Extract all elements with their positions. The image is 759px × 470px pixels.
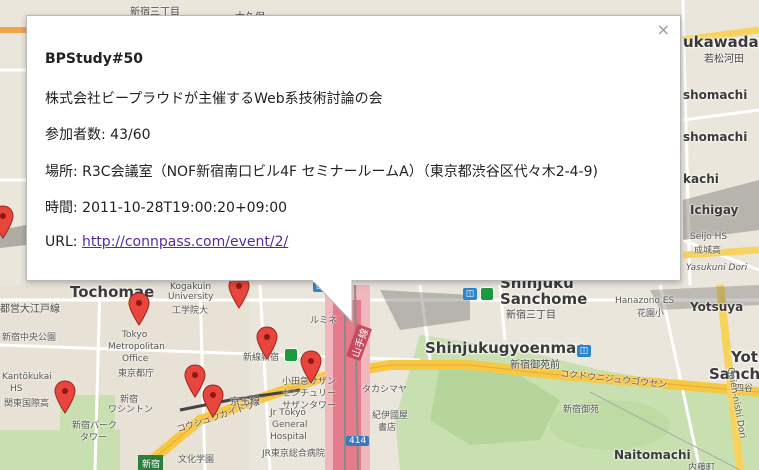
- map-label: Naitomachi: [614, 448, 691, 462]
- map-label: Ichigay: [690, 203, 739, 217]
- map-label: ukawada: [683, 33, 759, 51]
- info-window: × BPStudy#50 株式会社ビープラウドが主催するWeb系技術討論の会 参…: [26, 15, 681, 281]
- close-button[interactable]: ×: [657, 22, 670, 38]
- map-label: Kogakuin: [170, 282, 212, 292]
- map-label: 書店: [378, 423, 397, 433]
- map-label: Metropolitan: [108, 342, 165, 352]
- event-title: BPStudy#50: [45, 51, 144, 67]
- event-marker-pin[interactable]: [300, 350, 322, 384]
- map-label: 新宿中央公園: [2, 333, 57, 343]
- event-location: 場所: R3C会議室（NOF新宿南口ビル4F セミナールームA）（東京都渋谷区代…: [45, 163, 598, 180]
- map-label: Kantōkukai: [2, 372, 52, 382]
- info-window-tail: [312, 280, 353, 322]
- map-label: 工学院大: [172, 306, 209, 316]
- map-label: 内藤町: [688, 463, 716, 470]
- jr-station-icon: [284, 348, 298, 362]
- event-marker-pin[interactable]: [202, 384, 224, 418]
- map-label: タカシマヤ: [362, 385, 408, 395]
- map-label: タワー: [80, 433, 108, 443]
- map-label: 新宿御苑前: [510, 360, 560, 371]
- map-label: HS: [10, 384, 23, 394]
- event-marker-pin[interactable]: [256, 326, 278, 360]
- map-label: Seijo HS: [690, 232, 728, 242]
- map-label: 若松河田: [704, 54, 744, 65]
- map-label: Yasukuni Dori: [686, 263, 748, 273]
- event-participants: 参加者数: 43/60: [45, 127, 151, 143]
- map-label: Tokyo: [122, 330, 148, 340]
- event-marker-pin[interactable]: [54, 380, 76, 414]
- event-url-label: URL:: [45, 233, 82, 250]
- info-window-content: BPStudy#50 株式会社ビープラウドが主催するWeb系技術討論の会 参加者…: [45, 51, 668, 270]
- map-label: 新宿: [142, 460, 161, 470]
- map-label: kachi: [683, 172, 719, 186]
- jr-station-icon: [480, 287, 494, 301]
- map-label: Hospital: [270, 432, 307, 442]
- map-label: Office: [122, 354, 149, 364]
- map-label: Yotsuya: [690, 300, 744, 314]
- map-label: サザンタワー: [282, 401, 337, 411]
- route-badge: 414: [346, 436, 370, 446]
- map-label: ワシントン: [108, 405, 154, 415]
- map-label: shomachi: [683, 88, 748, 102]
- event-description: 株式会社ビープラウドが主催するWeb系技術討論の会: [45, 90, 383, 107]
- event-url-link[interactable]: http://connpass.com/event/2/: [82, 234, 288, 250]
- map-label: Yots: [731, 348, 759, 366]
- map-label: shomachi: [683, 130, 748, 144]
- event-time: 時間: 2011-10-28T19:00:20+09:00: [45, 200, 288, 216]
- map-label: Shinjukugyoenmae: [425, 339, 587, 357]
- map-label: 新宿三丁目: [506, 310, 556, 321]
- event-marker-pin[interactable]: [128, 292, 150, 326]
- map-label: 成城高: [694, 246, 722, 256]
- map-label: University: [168, 292, 214, 302]
- event-url-row: URL: http://connpass.com/event/2/: [45, 234, 668, 271]
- metro-station-icon: ◫: [577, 345, 591, 357]
- map-label: Hanazono ES: [615, 296, 675, 306]
- map-label: 関東国際高: [4, 399, 50, 409]
- map-label: 都営大江戸線: [0, 304, 60, 315]
- map-label: 東京都庁: [118, 369, 155, 379]
- metro-station-icon: ◫: [463, 288, 477, 300]
- map-label: 花園小: [637, 309, 665, 319]
- map-label: 新宿御苑: [563, 405, 600, 415]
- map-label: General: [272, 420, 308, 430]
- map-label: JR東京総合病院: [262, 449, 325, 459]
- map-label: 文化学園: [178, 455, 215, 465]
- event-marker-pin[interactable]: [0, 205, 14, 239]
